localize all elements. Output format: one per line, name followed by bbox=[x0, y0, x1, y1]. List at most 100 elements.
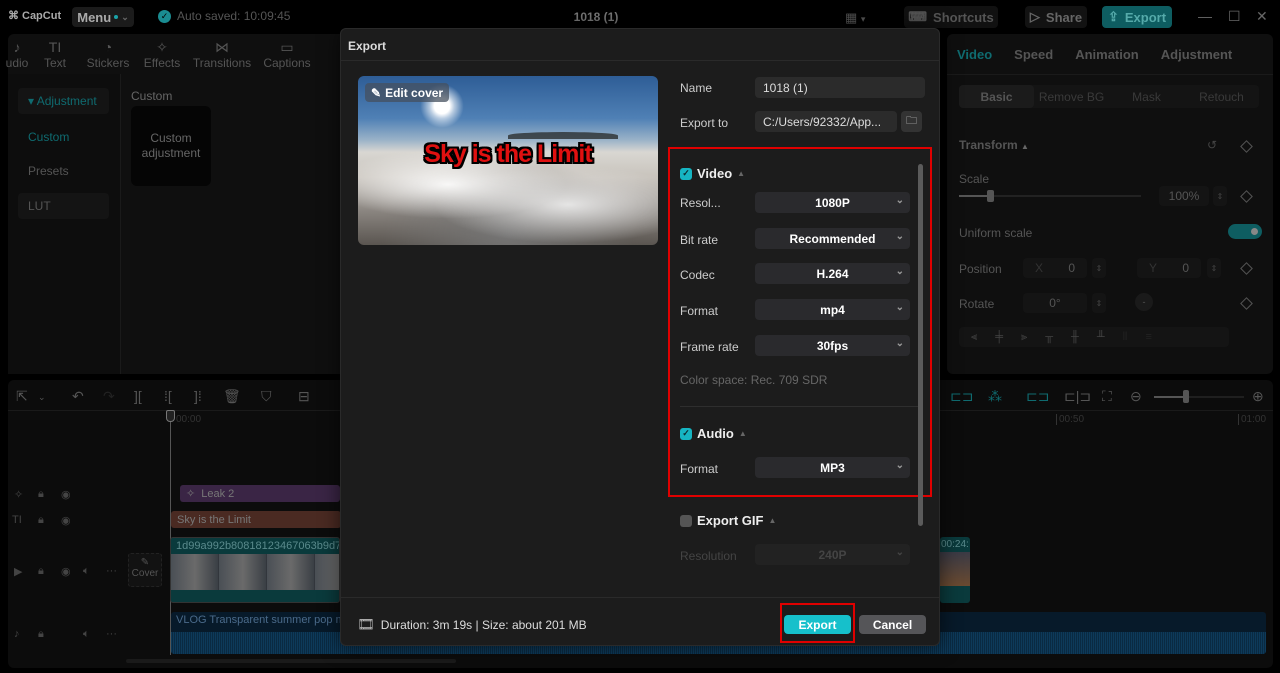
video-checkbox[interactable]: ✓ bbox=[680, 167, 692, 180]
split-icon[interactable]: ][ bbox=[134, 388, 142, 404]
close-button[interactable]: ✕ bbox=[1256, 8, 1268, 25]
maximize-button[interactable]: ☐ bbox=[1228, 8, 1241, 25]
volume-icon[interactable]: 🔈︎ bbox=[83, 565, 90, 578]
align-bottom-icon[interactable]: ╨ bbox=[1097, 331, 1105, 343]
marker-icon[interactable]: ⛉ bbox=[261, 388, 272, 405]
magnet-icon[interactable]: ⊏⊐ bbox=[950, 388, 973, 405]
keyframe-icon[interactable] bbox=[1240, 297, 1253, 310]
scale-stepper[interactable]: ⇕ bbox=[1213, 186, 1227, 206]
lock-icon[interactable]: 🔒︎ bbox=[38, 565, 44, 578]
tool-audio[interactable]: ♪ udio bbox=[4, 34, 30, 74]
zoom-in-icon[interactable]: ⊕ bbox=[1252, 388, 1264, 405]
scale-slider[interactable] bbox=[959, 190, 1141, 202]
redo-icon[interactable]: ↷ bbox=[103, 388, 115, 405]
resolution-select[interactable]: 1080P ⌄ bbox=[755, 192, 910, 213]
eye-icon[interactable]: ◉ bbox=[61, 514, 71, 527]
bitrate-select[interactable]: Recommended ⌄ bbox=[755, 228, 910, 249]
split-left-icon[interactable]: ⁞[ bbox=[164, 388, 172, 404]
sidebar-item-adjustment[interactable]: ▾ Adjustment bbox=[18, 88, 109, 114]
subtab-basic[interactable]: Basic bbox=[959, 85, 1034, 108]
auto-snap-icon[interactable]: ⁂ bbox=[988, 388, 1002, 405]
layout-button[interactable]: ▦ ▾ bbox=[845, 10, 865, 26]
rotate-input[interactable]: 0° bbox=[1023, 293, 1087, 313]
undo-icon[interactable]: ↶ bbox=[72, 388, 84, 405]
volume-icon[interactable]: 🔈︎ bbox=[83, 628, 90, 641]
sidebar-item-custom[interactable]: Custom bbox=[18, 124, 109, 150]
keyframe-icon[interactable] bbox=[1240, 262, 1253, 275]
export-button[interactable]: Export bbox=[784, 615, 851, 634]
lock-icon[interactable]: 🔒︎ bbox=[38, 628, 44, 641]
tool-captions[interactable]: ▭ Captions bbox=[256, 34, 318, 74]
link-icon[interactable]: ⊏⊐ bbox=[1026, 388, 1049, 405]
gif-section-header[interactable]: Export GIF ▲ bbox=[680, 513, 776, 528]
rotate-dial[interactable]: - bbox=[1135, 293, 1153, 311]
rotate-stepper[interactable]: ⇕ bbox=[1092, 293, 1106, 313]
video-clip[interactable]: 1d99a992b80818123467063b9d74 bbox=[170, 537, 340, 603]
lock-icon[interactable]: 🔒︎ bbox=[38, 514, 44, 527]
reset-icon[interactable]: ↺ bbox=[1207, 138, 1217, 152]
timeline-scrollbar[interactable] bbox=[126, 659, 456, 663]
eye-icon[interactable]: ◉ bbox=[61, 488, 71, 501]
edit-cover-button[interactable]: ✎ Edit cover bbox=[365, 83, 450, 102]
tool-stickers[interactable]: ◔ Stickers bbox=[80, 34, 136, 74]
timeline-zoom-slider[interactable] bbox=[1154, 390, 1244, 403]
position-x-input[interactable]: X0 bbox=[1023, 258, 1087, 278]
sidebar-item-lut[interactable]: LUT bbox=[18, 193, 109, 219]
cancel-button[interactable]: Cancel bbox=[859, 615, 926, 634]
tool-effects[interactable]: ✧ Effects bbox=[136, 34, 188, 74]
chevron-down-icon[interactable]: ⌄ bbox=[38, 392, 46, 403]
audio-checkbox[interactable]: ✓ bbox=[680, 427, 692, 440]
tab-animation[interactable]: Animation bbox=[1075, 47, 1139, 62]
sidebar-item-presets[interactable]: Presets bbox=[18, 158, 109, 184]
eye-icon[interactable]: ◉ bbox=[61, 565, 71, 578]
preview-axis-icon[interactable]: ⊏|⊐ bbox=[1064, 388, 1091, 405]
audio-format-select[interactable]: MP3 ⌄ bbox=[755, 457, 910, 478]
cover-preview[interactable]: Sky is the Limit ✎ Edit cover bbox=[358, 76, 658, 245]
audio-section-header[interactable]: ✓ Audio ▲ bbox=[680, 426, 747, 441]
keyframe-icon[interactable] bbox=[1240, 140, 1253, 153]
text-clip[interactable]: Sky is the Limit bbox=[171, 511, 341, 528]
align-center-v-icon[interactable]: ╫ bbox=[1071, 331, 1079, 343]
uniform-scale-toggle[interactable] bbox=[1228, 224, 1262, 239]
cover-button[interactable]: ✎ Cover bbox=[128, 553, 162, 587]
gif-resolution-select[interactable]: 240P ⌄ bbox=[755, 544, 910, 565]
video-section-header[interactable]: ✓ Video ▲ bbox=[680, 166, 745, 181]
tab-video[interactable]: Video bbox=[957, 47, 992, 62]
playhead-handle[interactable] bbox=[166, 410, 175, 422]
align-top-icon[interactable]: ╥ bbox=[1045, 331, 1053, 343]
subtab-retouch[interactable]: Retouch bbox=[1184, 85, 1259, 108]
subtab-mask[interactable]: Mask bbox=[1109, 85, 1184, 108]
framerate-select[interactable]: 30fps ⌄ bbox=[755, 335, 910, 356]
tab-adjustment[interactable]: Adjustment bbox=[1161, 47, 1233, 62]
video-clip-2[interactable]: 00:24: bbox=[940, 537, 970, 603]
position-y-input[interactable]: Y0 bbox=[1137, 258, 1201, 278]
align-center-h-icon[interactable]: ╪ bbox=[995, 331, 1003, 343]
zoom-out-icon[interactable]: ⊖ bbox=[1130, 388, 1142, 405]
browse-folder-button[interactable]: 🗀 bbox=[901, 111, 922, 132]
custom-adjustment-tile[interactable]: Custom adjustment bbox=[131, 106, 211, 186]
tool-text[interactable]: TI Text bbox=[30, 34, 80, 74]
video-format-select[interactable]: mp4 ⌄ bbox=[755, 299, 910, 320]
settings-scrollbar[interactable] bbox=[918, 164, 923, 526]
gif-checkbox[interactable] bbox=[680, 514, 692, 527]
keyframe-icon[interactable] bbox=[1240, 190, 1253, 203]
more-icon[interactable]: ··· bbox=[106, 628, 117, 640]
split-right-icon[interactable]: ]⁞ bbox=[194, 388, 202, 404]
zoom-fit-icon[interactable]: ⛶ bbox=[1102, 388, 1112, 405]
more-icon[interactable]: ··· bbox=[106, 565, 117, 577]
select-tool-icon[interactable]: ⇱ bbox=[16, 388, 28, 405]
position-y-stepper[interactable]: ⇕ bbox=[1207, 258, 1221, 278]
menu-button[interactable]: Menu ⌄ bbox=[72, 7, 134, 27]
subtab-remove-bg[interactable]: Remove BG bbox=[1034, 85, 1109, 108]
shortcuts-button[interactable]: ⌨ Shortcuts bbox=[904, 6, 998, 28]
tool-transitions[interactable]: ⋈ Transitions bbox=[188, 34, 256, 74]
scale-input[interactable]: 100% bbox=[1159, 186, 1209, 206]
share-button[interactable]: ▷ Share bbox=[1025, 6, 1087, 28]
position-x-stepper[interactable]: ⇕ bbox=[1092, 258, 1106, 278]
export-path-input[interactable]: C:/Users/92332/App... bbox=[755, 111, 897, 132]
timeline-zoom-thumb[interactable] bbox=[1182, 390, 1189, 403]
scale-slider-thumb[interactable] bbox=[986, 190, 994, 202]
name-input[interactable]: 1018 (1) bbox=[755, 77, 925, 98]
lock-icon[interactable]: 🔒︎ bbox=[38, 488, 44, 501]
delete-icon[interactable]: 🗑 bbox=[223, 388, 241, 405]
